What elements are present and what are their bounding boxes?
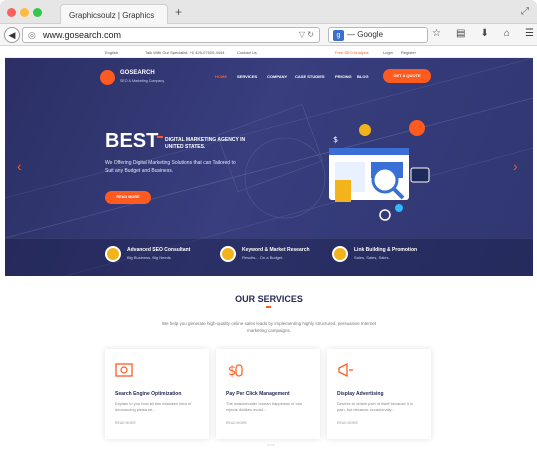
minimize-window-icon[interactable] xyxy=(20,8,29,17)
bookmark-star-icon[interactable]: ☆ xyxy=(432,28,441,42)
card-read-more[interactable]: READ MORE xyxy=(226,421,247,425)
feature-row: Advanced SEO Consultant Big Business, Bi… xyxy=(5,238,533,276)
service-card-ppc[interactable]: $ Pay Per Click Management The mastorbui… xyxy=(216,349,320,439)
back-button[interactable]: ◀ xyxy=(4,27,20,43)
seo-icon xyxy=(115,363,133,377)
hero-headline: DIGITAL MARKETING AGENCY IN UNITED STATE… xyxy=(165,137,246,150)
top-info-strip: English Talk With Our Specialist: +0 425… xyxy=(5,47,533,58)
feature-keyword-research[interactable]: Keyword & Market Research Results... On … xyxy=(220,244,350,272)
card-text: The mastorbuider human happiness of one … xyxy=(226,401,303,412)
prev-slide-icon[interactable]: ‹ xyxy=(17,158,22,174)
card-read-more[interactable]: READ MORE xyxy=(115,421,136,425)
hero-subtext: We Offering Digital Marketing Solutions … xyxy=(105,160,236,174)
menu-item-home[interactable]: HOME xyxy=(215,74,227,79)
get-quote-button[interactable]: GET A QUOTE xyxy=(383,69,431,83)
feature-subtitle: Results... On a Budget. xyxy=(242,255,284,260)
card-title: Search Engine Optimization xyxy=(115,391,182,397)
card-read-more[interactable]: READ MORE xyxy=(337,421,358,425)
browser-window: Graphicsoulz | Graphics + ⤢ ◀ ◎ www.gose… xyxy=(0,0,537,450)
logo-icon[interactable] xyxy=(100,70,115,85)
feature-subtitle: Sales, Sales, Sales. xyxy=(354,255,390,260)
feature-badge-icon xyxy=(105,246,121,262)
hero-section: GOSEARCH SEO & Marketing Company HOME SE… xyxy=(5,58,533,276)
services-accent-bar xyxy=(266,306,271,308)
feature-badge-icon xyxy=(220,246,236,262)
menu-item-company[interactable]: COMPANY xyxy=(267,74,287,79)
menu-item-services[interactable]: SERVICES xyxy=(237,74,257,79)
menu-icon[interactable]: ☰ xyxy=(525,28,534,42)
menu-item-case-studies[interactable]: CASE STUDIES xyxy=(295,74,325,79)
google-icon: g xyxy=(333,30,344,41)
close-window-icon[interactable] xyxy=(7,8,16,17)
megaphone-icon xyxy=(338,362,353,378)
reload-icon[interactable]: ▽ ↻ xyxy=(299,30,314,39)
read-more-button[interactable]: READ MORE xyxy=(105,191,151,204)
svg-text:$: $ xyxy=(228,364,236,379)
url-text: www.gosearch.com xyxy=(43,30,122,40)
services-title: OUR SERVICES xyxy=(235,294,303,304)
next-slide-icon[interactable]: › xyxy=(513,158,518,174)
feature-subtitle: Big Business, Big Needs xyxy=(127,255,171,260)
card-title: Pay Per Click Management xyxy=(226,391,290,397)
get-quote-label: GET A QUOTE xyxy=(393,73,421,78)
feature-badge-icon xyxy=(332,246,348,262)
reading-list-icon[interactable]: ▤ xyxy=(456,28,465,42)
feature-title: Keyword & Market Research xyxy=(242,247,310,253)
service-card-seo[interactable]: Search Engine Optimization Explain to yo… xyxy=(105,349,209,439)
feature-seo-consultant[interactable]: Advanced SEO Consultant Big Business, Bi… xyxy=(105,244,235,272)
seo-analysis-link[interactable]: Free SEO Analysis xyxy=(335,50,369,55)
web-page: English Talk With Our Specialist: +0 425… xyxy=(5,47,533,450)
new-tab-icon[interactable]: + xyxy=(175,6,182,18)
contact-link[interactable]: Contact Us xyxy=(237,50,257,55)
feature-title: Link Building & Promotion xyxy=(354,247,418,253)
download-icon[interactable]: ⬇ xyxy=(480,28,488,42)
home-icon[interactable]: ⌂ xyxy=(504,28,510,42)
globe-icon: ◎ xyxy=(28,30,36,40)
card-text: Explain to you how all this mistaken ide… xyxy=(115,401,192,412)
hero-title: BEST xyxy=(105,130,159,152)
card-title: Display Advertising xyxy=(337,391,384,397)
menu-item-blog[interactable]: BLOG xyxy=(357,74,369,79)
expand-icon[interactable]: ⤢ xyxy=(521,6,529,17)
tab-bar: Graphicsoulz | Graphics + ⤢ xyxy=(0,0,537,24)
services-description: We help you generate high-quality online… xyxy=(161,321,377,333)
search-box[interactable]: g — Google xyxy=(328,27,428,43)
browser-tab[interactable]: Graphicsoulz | Graphics xyxy=(60,4,168,24)
marketing-illustration: $ xyxy=(329,120,430,221)
svg-text:$: $ xyxy=(333,135,338,144)
menu-item-pricing[interactable]: PRICING xyxy=(335,74,352,79)
feature-title: Advanced SEO Consultant xyxy=(127,247,191,253)
register-link[interactable]: Register xyxy=(401,50,416,55)
logo-text[interactable]: GOSEARCH xyxy=(120,70,155,76)
login-link[interactable]: Login xyxy=(383,50,393,55)
talk-specialist: Talk With Our Specialist: +0 425-07520-4… xyxy=(145,50,225,55)
card-text: Desires to obtain pain of itself because… xyxy=(337,401,413,412)
feature-link-building[interactable]: Link Building & Promotion Sales, Sales, … xyxy=(332,244,462,272)
read-more-label: READ MORE xyxy=(116,195,140,199)
service-card-display[interactable]: Display Advertising Desires to obtain pa… xyxy=(327,349,431,439)
maximize-window-icon[interactable] xyxy=(33,8,42,17)
address-bar[interactable]: ◎ www.gosearch.com ▽ ↻ xyxy=(22,27,320,43)
language-selector[interactable]: English xyxy=(105,50,118,55)
toolbar-icons: ☆ ▤ ⬇ ⌂ ☰ xyxy=(432,28,534,42)
search-placeholder: — Google xyxy=(347,30,384,39)
ppc-icon: $ xyxy=(228,364,243,379)
logo-subtitle: SEO & Marketing Company xyxy=(120,79,165,83)
hero-accent-bar xyxy=(157,136,163,138)
scroll-indicator xyxy=(267,444,275,446)
navigation-bar: ◀ ◎ www.gosearch.com ▽ ↻ g — Google ☆ ▤ … xyxy=(0,24,537,46)
